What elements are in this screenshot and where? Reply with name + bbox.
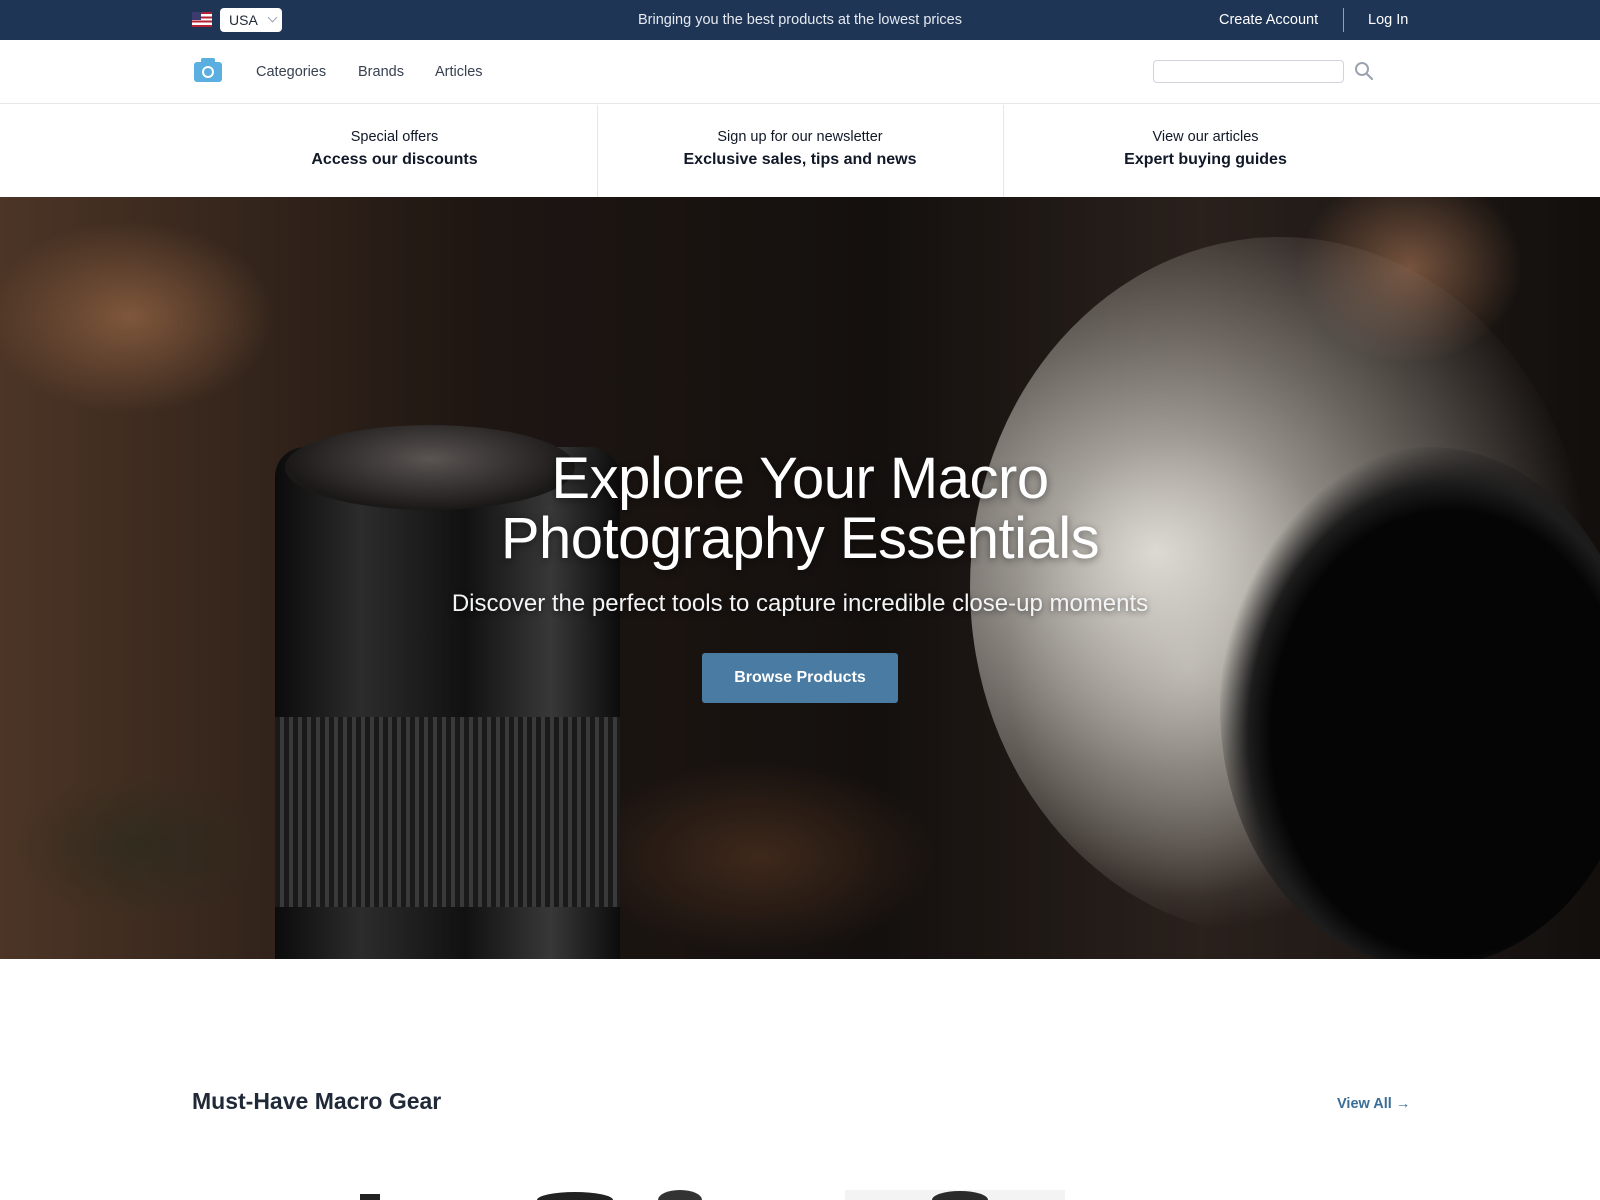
product-thumbnail[interactable] <box>330 1186 410 1200</box>
product-image <box>537 1190 702 1200</box>
view-all-link[interactable]: View All → <box>1337 1096 1410 1112</box>
browse-products-button[interactable]: Browse Products <box>702 653 898 703</box>
promo-special-offers[interactable]: Special offers Access our discounts <box>192 105 597 197</box>
section-title: Must-Have Macro Gear <box>192 1088 442 1114</box>
hero-banner: Explore Your Macro Photography Essential… <box>0 197 1600 959</box>
promo-articles[interactable]: View our articles Expert buying guides <box>1003 105 1408 197</box>
nav-brands[interactable]: Brands <box>358 40 404 104</box>
create-account-link[interactable]: Create Account <box>1219 0 1318 40</box>
promo-strip: Special offers Access our discounts Sign… <box>0 105 1600 197</box>
promo-divider <box>1003 105 1004 197</box>
hero-title: Explore Your Macro Photography Essential… <box>0 449 1600 569</box>
product-thumbnail[interactable] <box>845 1186 1065 1200</box>
promo-big-text: Expert buying guides <box>1124 151 1287 168</box>
hero-content: Explore Your Macro Photography Essential… <box>0 197 1600 959</box>
promo-big-text: Exclusive sales, tips and news <box>683 151 917 168</box>
promo-small-text: Special offers <box>350 129 439 145</box>
tagline: Bringing you the best products at the lo… <box>637 12 962 28</box>
promo-small-text: View our articles <box>1152 129 1259 145</box>
hero-subtitle: Discover the perfect tools to capture in… <box>451 590 1149 617</box>
search-icon[interactable] <box>1354 61 1374 81</box>
main-nav: Categories Brands Articles <box>0 40 1600 104</box>
hero-title-line-2: Photography Essentials <box>500 506 1100 571</box>
announcement-bar: USA Bringing you the best products at th… <box>0 0 1600 40</box>
product-image <box>360 1194 380 1200</box>
promo-big-text: Access our discounts <box>311 151 478 168</box>
search-input[interactable] <box>1153 60 1344 83</box>
product-image <box>845 1190 1065 1200</box>
promo-divider <box>597 105 598 197</box>
log-in-link[interactable]: Log In <box>1368 0 1408 40</box>
product-thumbnail[interactable] <box>535 1186 715 1200</box>
camera-logo-icon[interactable] <box>194 58 222 82</box>
nav-categories[interactable]: Categories <box>256 40 326 104</box>
promo-newsletter[interactable]: Sign up for our newsletter Exclusive sal… <box>597 105 1003 197</box>
promo-small-text: Sign up for our newsletter <box>717 129 883 145</box>
nav-articles[interactable]: Articles <box>435 40 483 104</box>
hero-title-line-1: Explore Your Macro <box>551 446 1049 511</box>
topbar-divider <box>1343 8 1344 32</box>
